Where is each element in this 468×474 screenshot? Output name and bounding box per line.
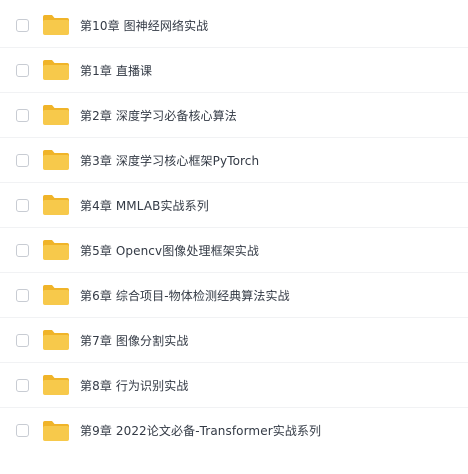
- file-row[interactable]: 第3章 深度学习核心框架PyTorch: [0, 138, 468, 183]
- folder-icon: [43, 60, 69, 80]
- folder-icon: [43, 330, 69, 350]
- file-name[interactable]: 第3章 深度学习核心框架PyTorch: [80, 152, 259, 169]
- file-name[interactable]: 第4章 MMLAB实战系列: [80, 197, 209, 214]
- file-row[interactable]: 第9章 2022论文必备-Transformer实战系列: [0, 408, 468, 453]
- row-checkbox[interactable]: [16, 243, 29, 257]
- file-name[interactable]: 第2章 深度学习必备核心算法: [80, 107, 237, 124]
- folder-icon: [43, 420, 69, 441]
- row-checkbox[interactable]: [16, 198, 29, 212]
- file-name[interactable]: 第5章 Opencv图像处理框架实战: [80, 242, 259, 259]
- file-row[interactable]: 第4章 MMLAB实战系列: [0, 183, 468, 228]
- file-name[interactable]: 第7章 图像分割实战: [80, 332, 188, 349]
- file-row[interactable]: 第2章 深度学习必备核心算法: [0, 93, 468, 138]
- folder-icon: [43, 240, 69, 260]
- file-name[interactable]: 第8章 行为识别实战: [80, 377, 188, 394]
- row-checkbox[interactable]: [16, 63, 29, 77]
- folder-icon: [43, 15, 69, 35]
- file-name[interactable]: 第10章 图神经网络实战: [80, 17, 208, 34]
- file-row[interactable]: 第6章 综合项目-物体检测经典算法实战: [0, 273, 468, 318]
- file-row[interactable]: 第7章 图像分割实战: [0, 318, 468, 363]
- folder-icon: [43, 375, 69, 395]
- row-checkbox[interactable]: [16, 333, 29, 347]
- file-list: 第10章 图神经网络实战 第1章 直播课 第2章 深度学习必备核心算法 第3章 …: [0, 0, 468, 474]
- file-name[interactable]: 第6章 综合项目-物体检测经典算法实战: [80, 287, 290, 304]
- row-checkbox[interactable]: [16, 424, 29, 437]
- folder-icon: [43, 150, 69, 170]
- file-row[interactable]: 第5章 Opencv图像处理框架实战: [0, 228, 468, 273]
- folder-icon: [43, 105, 69, 125]
- file-row[interactable]: 第10章 图神经网络实战: [0, 3, 468, 48]
- folder-icon: [43, 285, 69, 305]
- row-checkbox[interactable]: [16, 108, 29, 122]
- file-name[interactable]: 第1章 直播课: [80, 62, 152, 79]
- row-checkbox[interactable]: [16, 288, 29, 302]
- file-row[interactable]: 第1章 直播课: [0, 48, 468, 93]
- row-checkbox[interactable]: [16, 153, 29, 167]
- row-checkbox[interactable]: [16, 378, 29, 392]
- file-name[interactable]: 第9章 2022论文必备-Transformer实战系列: [80, 422, 321, 439]
- row-checkbox[interactable]: [16, 18, 29, 32]
- folder-icon: [43, 195, 69, 215]
- file-row[interactable]: 第8章 行为识别实战: [0, 363, 468, 408]
